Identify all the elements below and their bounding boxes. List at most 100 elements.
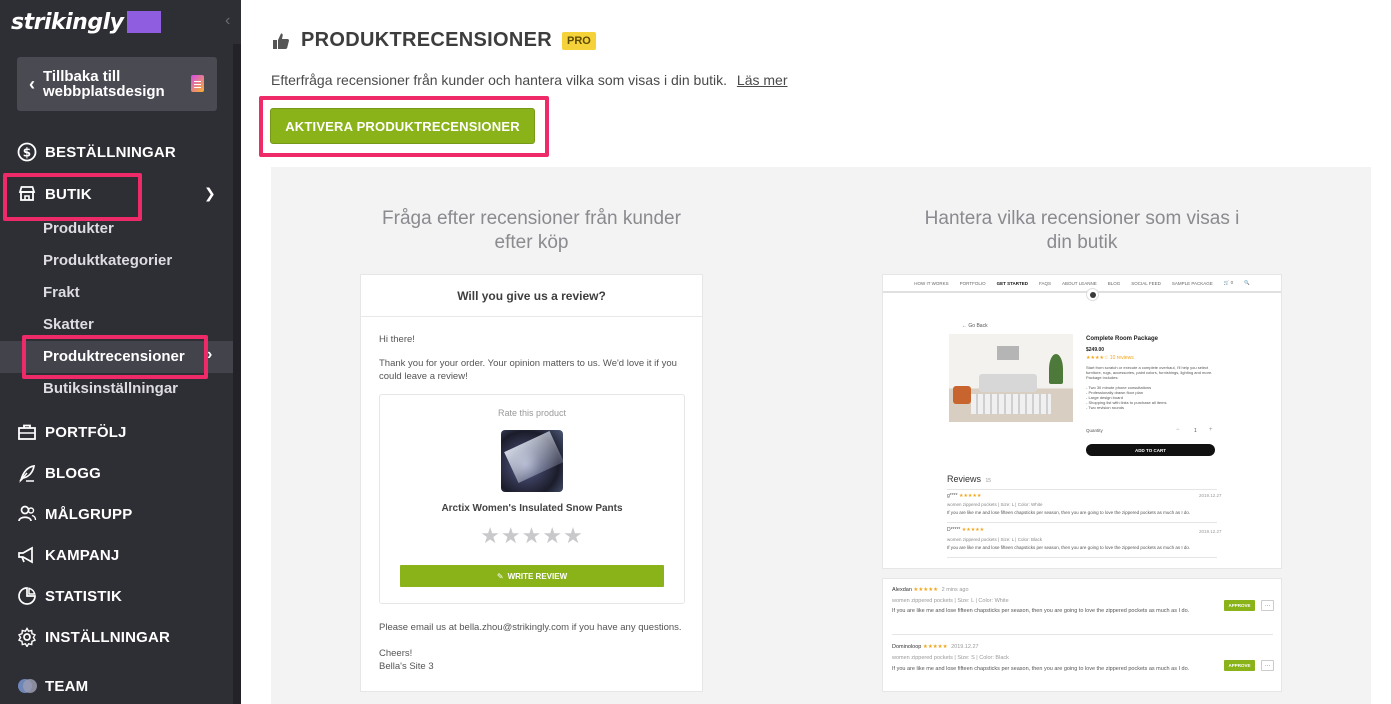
room-sofa <box>979 374 1037 392</box>
add-to-cart-button: ADD TO CART <box>1086 444 1215 456</box>
divider <box>947 489 1217 490</box>
description-text: Efterfråga recensioner från kunder och h… <box>271 72 728 88</box>
more-options-icon: ··· <box>1261 600 1274 611</box>
store-nav-item: FAQS <box>1039 280 1052 286</box>
users-icon <box>17 504 37 524</box>
store-search-icon: 🔍 <box>1244 280 1250 285</box>
collapse-sidebar-icon[interactable]: ‹ <box>225 12 230 30</box>
nav-item-settings[interactable]: INSTÄLLNINGAR <box>17 627 170 647</box>
team-avatar-icon <box>17 676 37 696</box>
sub-item-product-categories[interactable]: Produktkategorier <box>43 252 172 269</box>
review-request-email-preview: Will you give us a review? Hi there! Tha… <box>360 274 703 692</box>
chevron-down-icon[interactable]: ❯ <box>204 185 216 202</box>
activate-product-reviews-button[interactable]: AKTIVERA PRODUKTRECENSIONER <box>270 108 535 144</box>
learn-more-link[interactable]: Läs mer <box>737 72 788 88</box>
reviews-heading-label: Reviews <box>947 474 982 484</box>
admin-review-name: Alexdan <box>892 587 912 593</box>
nav-label: STATISTIK <box>45 587 123 605</box>
logo-badge <box>127 11 162 33</box>
gear-icon <box>17 627 37 647</box>
mini-review-author: g**** ★★★★★ <box>947 493 981 499</box>
nav-item-campaign[interactable]: KAMPANJ <box>17 545 119 565</box>
sub-item-taxes[interactable]: Skatter <box>43 316 94 333</box>
quantity-plus-icon: + <box>1209 427 1213 433</box>
nav-item-blog[interactable]: BLOGG <box>17 463 101 483</box>
pencil-icon: ✎ <box>496 571 504 581</box>
rate-product-box: Rate this product Arctix Women's Insulat… <box>379 394 685 604</box>
divider <box>947 522 1217 523</box>
sub-item-shipping[interactable]: Frakt <box>43 284 80 301</box>
quantity-minus-icon: − <box>1176 427 1180 433</box>
mini-review-stars: ★★★★★ <box>958 493 982 499</box>
admin-review-stars: ★★★★★ <box>913 587 939 593</box>
approve-review-button: APPROVE <box>1224 600 1255 611</box>
admin-reviews-preview: Alexdan ★★★★★ 2 mins ago women zippered … <box>882 578 1282 692</box>
admin-review-time: 2 mins ago <box>941 587 969 593</box>
mini-review-author: D***** ★★★★★ <box>947 527 984 533</box>
mini-review-date: 2019.12.27 <box>1199 529 1222 534</box>
admin-review-header: Dominoloop ★★★★★ 2019.12.27 <box>892 644 979 651</box>
sub-item-products[interactable]: Produkter <box>43 220 114 237</box>
nav-label: BESTÄLLNINGAR <box>45 143 176 161</box>
store-nav-item: HOW IT WORKS <box>914 280 949 286</box>
mini-review-name: g**** <box>947 493 958 499</box>
nav-label: TEAM <box>45 677 89 695</box>
nav-label: PORTFÖLJ <box>45 423 127 441</box>
room-chair <box>953 386 971 404</box>
briefcase-icon <box>17 422 37 442</box>
right-column-title: Hantera vilka recensioner som visas i di… <box>924 208 1240 253</box>
nav-label: BLOGG <box>45 464 101 482</box>
document-icon <box>191 75 204 92</box>
store-product-price: $249.00 <box>1086 347 1105 353</box>
mini-review-name: D***** <box>947 527 961 533</box>
approve-review-button: APPROVE <box>1224 660 1255 671</box>
store-product-description: Start from scratch or execute a complete… <box>1086 365 1213 380</box>
reviews-heading: Reviews 15 <box>947 474 991 484</box>
quantity-value: 1 <box>1194 428 1197 434</box>
email-signoff: Cheers! <box>379 648 413 659</box>
product-image <box>501 430 563 492</box>
nav-label: MÅLGRUPP <box>45 505 133 523</box>
admin-review-name: Dominoloop <box>892 644 922 650</box>
sidebar-scrollbar[interactable] <box>233 44 241 704</box>
store-cart-icon: 🛒 0 <box>1223 280 1234 285</box>
nav-item-statistics[interactable]: STATISTIK <box>17 586 122 606</box>
room-plant <box>1049 354 1063 384</box>
back-label: Tillbaka till webbplatsdesign <box>43 68 165 100</box>
thumbs-up-icon <box>273 33 289 49</box>
nav-item-orders[interactable]: $ BESTÄLLNINGAR <box>17 142 176 162</box>
admin-review-text: If you are like me and lose fifteen chap… <box>892 666 1190 672</box>
store-nav-item: GET STARTED <box>996 280 1029 286</box>
nav-item-audience[interactable]: MÅLGRUPP <box>17 504 132 524</box>
store-nav-item: BLOG <box>1107 280 1121 286</box>
pro-badge: PRO <box>561 31 596 50</box>
logo[interactable]: strikingly <box>0 0 241 44</box>
mini-review-text: If you are like me and lose fifteen chap… <box>947 545 1191 550</box>
store-nav-item: SOCIAL FEED <box>1131 280 1161 286</box>
product-name: Arctix Women's Insulated Snow Pants <box>441 503 623 514</box>
logo-text: strikingly <box>11 9 124 35</box>
megaphone-icon <box>17 545 37 565</box>
pie-chart-icon <box>17 586 37 606</box>
divider <box>892 634 1273 635</box>
page-title: PRODUKTRECENSIONER <box>301 29 552 51</box>
write-review-label: WRITE REVIEW <box>507 571 568 581</box>
store-nav: HOW IT WORKS PORTFOLIO GET STARTED FAQS … <box>883 275 1281 293</box>
write-review-button: ✎ WRITE REVIEW <box>400 565 664 587</box>
storefront-reviews-preview: HOW IT WORKS PORTFOLIO GET STARTED FAQS … <box>882 274 1282 569</box>
back-to-site-design-button[interactable]: ‹ Tillbaka till webbplatsdesign <box>17 57 217 111</box>
page-description: Efterfråga recensioner från kunder och h… <box>271 72 787 88</box>
star-rating: ★★★★★ <box>480 523 584 548</box>
mini-review-date: 2019.12.27 <box>1199 493 1222 498</box>
room-art <box>997 346 1019 360</box>
store-nav-item: SAMPLE PACKAGE <box>1171 280 1213 286</box>
store-logo <box>1086 288 1099 301</box>
admin-review-time: 2019.12.27 <box>951 644 979 650</box>
store-nav-item: ABOUT LEANNE <box>1062 280 1097 286</box>
sub-item-store-settings[interactable]: Butiksinställningar <box>43 380 178 397</box>
nav-item-team[interactable]: TEAM <box>17 676 88 696</box>
admin-review-text: If you are like me and lose fifteen chap… <box>892 608 1190 614</box>
nav-item-portfolio[interactable]: PORTFÖLJ <box>17 422 127 442</box>
quantity-label: Quantity <box>1086 428 1103 433</box>
admin-review-meta: women zippered pockets | Size: S | Color… <box>892 655 1009 661</box>
